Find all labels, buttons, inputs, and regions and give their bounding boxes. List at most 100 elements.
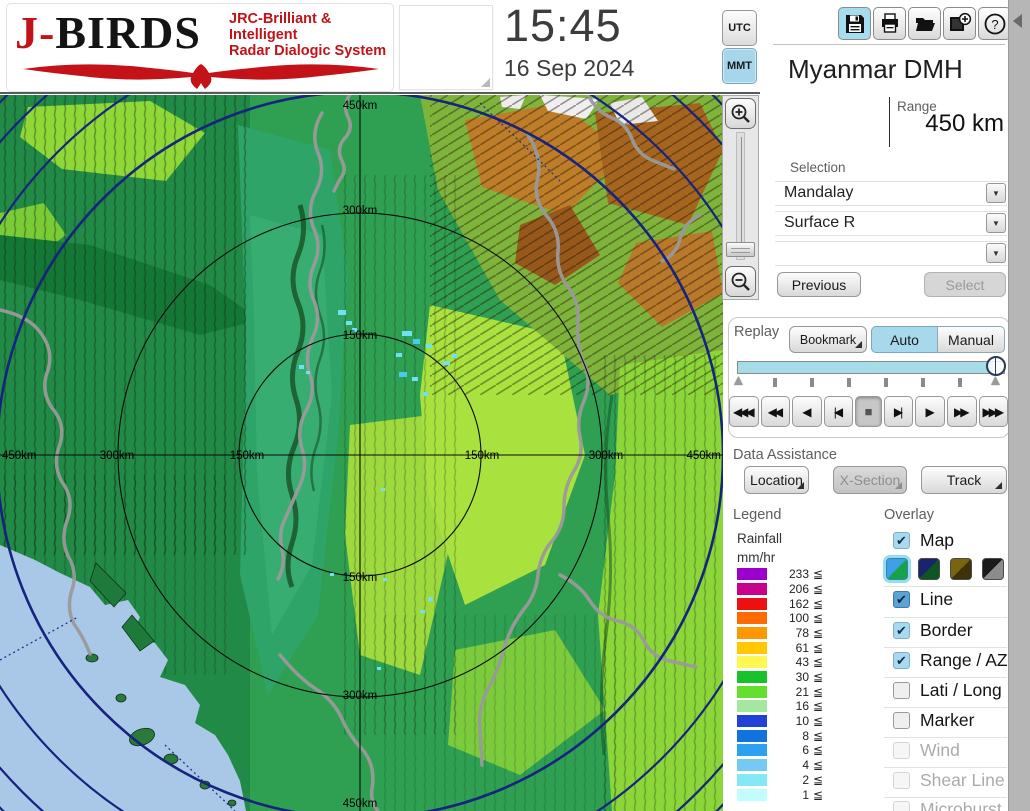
replay-label: Replay xyxy=(734,324,780,340)
help-button[interactable]: ? xyxy=(978,7,1011,40)
rewind-button[interactable]: ◀◀ xyxy=(760,396,791,427)
collapse-left-icon[interactable] xyxy=(1013,14,1022,28)
range-start-marker[interactable]: ▲ xyxy=(731,372,746,389)
overlay-item-label: Map xyxy=(920,530,955,550)
zoom-slider-line xyxy=(741,137,742,253)
step-back-button[interactable]: |◀ xyxy=(823,396,854,427)
manual-button[interactable]: Manual xyxy=(937,326,1005,353)
replay-slider-track[interactable] xyxy=(737,361,1005,374)
auto-button[interactable]: Auto xyxy=(871,326,938,353)
panel-collapse-rail[interactable] xyxy=(1008,0,1030,811)
ring-label-150-left: 150km xyxy=(230,450,265,462)
legend-row: 1 ≦ xyxy=(737,788,829,802)
overlay-separator xyxy=(884,737,1007,738)
step-forward-button[interactable]: ▶| xyxy=(883,396,914,427)
location-button[interactable]: Location xyxy=(744,466,809,494)
mmt-button[interactable]: MMT xyxy=(722,48,757,84)
track-button-label: Track xyxy=(946,472,982,488)
station-title: Myanmar DMH xyxy=(788,54,963,84)
play-button[interactable]: ▶ xyxy=(915,396,945,427)
wind-checkbox xyxy=(893,742,910,759)
overlay-item-label: Marker xyxy=(920,710,975,730)
stop-button[interactable]: ■ xyxy=(855,396,882,427)
bookmark-button[interactable]: Bookmark xyxy=(789,326,867,353)
chevron-down-icon[interactable]: ▼ xyxy=(986,183,1006,203)
legend-row: 233 ≦ xyxy=(737,567,829,581)
lati-long-checkbox[interactable] xyxy=(893,682,910,699)
legend-swatch xyxy=(737,744,767,756)
utc-button[interactable]: UTC xyxy=(722,10,757,46)
range-end-marker[interactable]: ▲ xyxy=(988,372,1003,389)
overlay-separator xyxy=(884,797,1007,798)
map-style-swatch-3[interactable] xyxy=(950,558,972,580)
clock-time: 15:45 xyxy=(504,0,622,51)
track-button[interactable]: Track xyxy=(921,466,1007,494)
rewind-fast-button[interactable]: ◀◀◀ xyxy=(729,396,759,427)
overlay-row-border: ✔ Border xyxy=(884,620,1008,646)
open-folder-button[interactable] xyxy=(908,7,941,40)
map-checkbox[interactable]: ✔ xyxy=(893,532,910,549)
zoom-out-icon xyxy=(731,272,750,291)
shear-line-checkbox xyxy=(893,772,910,789)
product-dropdown[interactable]: Surface R ▼ xyxy=(775,211,1007,236)
select-button[interactable]: Select xyxy=(924,272,1006,297)
xsection-button[interactable]: X-Section xyxy=(833,466,907,494)
replay-progress-fill xyxy=(738,362,994,373)
overlay-separator xyxy=(884,586,1007,587)
legend-swatch xyxy=(737,583,767,595)
zoom-slider-handle[interactable] xyxy=(726,242,755,257)
legend-swatch xyxy=(737,598,767,610)
menu-corner-icon xyxy=(855,341,862,348)
legend-row: 162 ≦ xyxy=(737,597,829,611)
ring-label-300-right: 300km xyxy=(589,450,624,462)
overlay-item-label: Border xyxy=(920,620,973,640)
map-style-swatch-2[interactable] xyxy=(918,558,940,580)
radar-map-canvas: 450km 300km 150km 150km 300km 450km 450k… xyxy=(0,95,723,811)
play-back-button[interactable]: ◀ xyxy=(792,396,822,427)
overlay-row-microburst: Microburst xyxy=(884,799,1008,811)
line-checkbox[interactable]: ✔ xyxy=(893,591,910,608)
ring-label-450-left: 450km xyxy=(2,450,37,462)
legend-swatch xyxy=(737,759,767,771)
save-button[interactable] xyxy=(838,7,871,40)
legend-swatch xyxy=(737,612,767,624)
legend-row: 78 ≦ xyxy=(737,626,829,640)
legend-row: 206 ≦ xyxy=(737,582,829,596)
chevron-down-icon[interactable]: ▼ xyxy=(986,213,1006,233)
logo-tagline: JRC-Brilliant & Intelligent Radar Dialog… xyxy=(229,11,391,60)
slider-tick xyxy=(810,378,814,387)
range-value: 450 km xyxy=(925,110,1004,137)
overlay-row-marker: Marker xyxy=(884,710,1008,736)
overlay-row-range-az: ✔ Range / AZ xyxy=(884,650,1008,676)
add-window-button[interactable] xyxy=(943,7,976,40)
slider-tick xyxy=(884,378,888,387)
map-style-swatch-4[interactable] xyxy=(982,558,1004,580)
map-style-swatch-1[interactable] xyxy=(886,558,908,580)
radar-map[interactable]: 450km 300km 150km 150km 300km 450km 450k… xyxy=(0,95,723,811)
overlay-item-label: Line xyxy=(920,589,954,609)
marker-checkbox[interactable] xyxy=(893,712,910,729)
zoom-in-button[interactable] xyxy=(725,98,756,129)
zoom-slider-track[interactable] xyxy=(736,132,745,260)
border-checkbox[interactable]: ✔ xyxy=(893,622,910,639)
previous-button[interactable]: Previous xyxy=(777,272,861,297)
overlay-item-label: Wind xyxy=(920,740,960,760)
forward-fast-button[interactable]: ▶▶▶ xyxy=(978,396,1009,427)
jbirds-logo: J-BIRDS JRC-Brilliant & Intelligent Rada… xyxy=(6,3,394,92)
clock-date: 16 Sep 2024 xyxy=(504,55,635,81)
range-az-checkbox[interactable]: ✔ xyxy=(893,652,910,669)
logo-title-red: J- xyxy=(15,7,56,58)
chevron-down-icon[interactable]: ▼ xyxy=(986,243,1006,263)
menu-corner-icon xyxy=(995,482,1002,489)
panel-divider xyxy=(773,44,1005,45)
product-dropdown-value: Surface R xyxy=(784,214,856,231)
legend-swatch xyxy=(737,568,767,580)
option-dropdown[interactable]: ▼ xyxy=(775,241,1007,266)
ring-label-300-top: 300km xyxy=(343,205,378,217)
site-dropdown[interactable]: Mandalay ▼ xyxy=(775,181,1007,206)
zoom-out-button[interactable] xyxy=(725,266,756,297)
print-button[interactable] xyxy=(873,7,906,40)
forward-button[interactable]: ▶▶ xyxy=(946,396,977,427)
help-icon: ? xyxy=(984,13,1005,34)
header-bottom-edge xyxy=(0,92,760,94)
